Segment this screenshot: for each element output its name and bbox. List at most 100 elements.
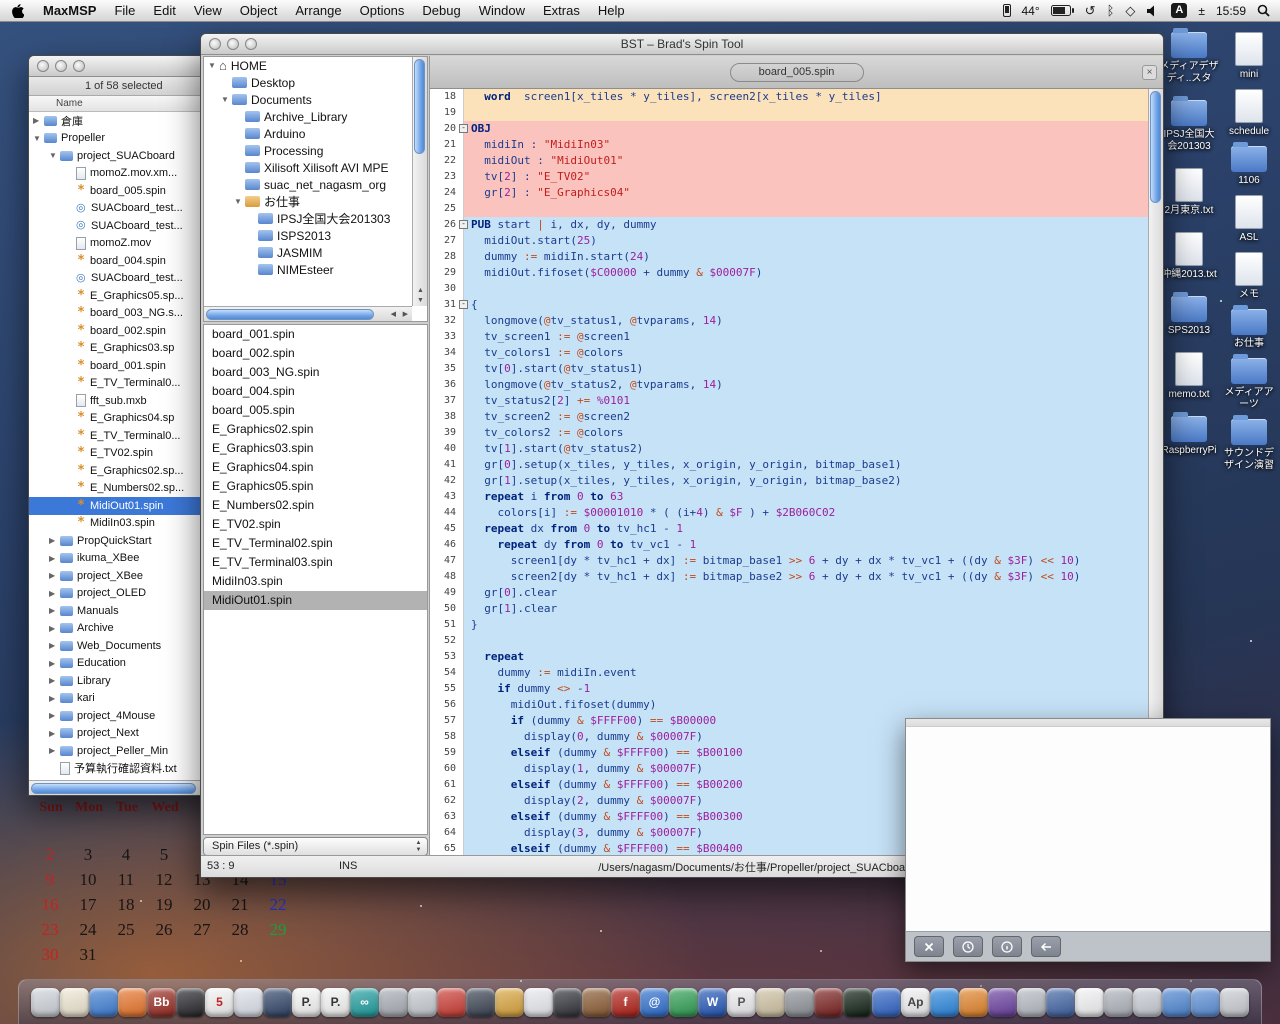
printer-icon[interactable] xyxy=(31,982,60,1022)
tree-row[interactable]: ▼Documents xyxy=(204,91,412,108)
menu-window[interactable]: Window xyxy=(470,3,534,18)
menu-help[interactable]: Help xyxy=(589,3,634,18)
tree-horizontal-scrollbar[interactable]: ◀ ▶ xyxy=(204,306,412,321)
fold-marker-icon[interactable]: - xyxy=(459,124,468,133)
silver-app-icon[interactable] xyxy=(1104,982,1133,1022)
mouse-icon[interactable] xyxy=(408,982,437,1022)
gray-app-icon[interactable] xyxy=(1133,982,1162,1022)
fold-marker-icon[interactable]: - xyxy=(459,220,468,229)
disclosure-triangle-icon[interactable]: ▶ xyxy=(33,116,44,125)
code-line[interactable]: 24 gr[2] : "E_Graphics04" xyxy=(430,185,1148,201)
trash-icon[interactable] xyxy=(1220,982,1249,1022)
temperature-indicator[interactable]: 44° xyxy=(1022,4,1040,18)
code-line[interactable]: 55 if dummy <> -1 xyxy=(430,681,1148,697)
matrix-icon[interactable] xyxy=(843,982,872,1022)
code-line[interactable]: 42 gr[1].setup(x_tiles, y_tiles, x_origi… xyxy=(430,473,1148,489)
gear-icon[interactable] xyxy=(785,982,814,1022)
directory-tree-panel[interactable]: ▼⌂HOMEDesktop▼DocumentsArchive_LibraryAr… xyxy=(203,56,428,322)
tree-row[interactable]: JASMIM xyxy=(204,244,412,261)
aperture-icon[interactable]: Ap xyxy=(901,982,930,1022)
code-line[interactable]: 56 midiOut.fifoset(dummy) xyxy=(430,697,1148,713)
close-button[interactable] xyxy=(914,936,944,957)
tree-row[interactable]: ▼⌂HOME xyxy=(204,57,412,74)
close-button[interactable] xyxy=(37,60,49,72)
close-button[interactable] xyxy=(209,38,221,50)
tab-close-icon[interactable]: × xyxy=(1142,65,1157,80)
code-line[interactable]: 51} xyxy=(430,617,1148,633)
plus-minus-indicator[interactable]: ± xyxy=(1198,4,1205,18)
scrollbar-thumb[interactable] xyxy=(1150,91,1161,203)
bluetooth-icon[interactable]: ᛒ xyxy=(1107,3,1115,18)
numbers-icon[interactable]: 5 xyxy=(205,982,234,1022)
disclosure-triangle-icon[interactable]: ▶ xyxy=(49,694,60,703)
code-line[interactable]: 19 xyxy=(430,105,1148,121)
desktop-icon[interactable]: IPSJ全国大会201303 xyxy=(1159,100,1219,153)
tree-row[interactable]: Xilisoft Xilisoft AVI MPE xyxy=(204,159,412,176)
paint-icon[interactable] xyxy=(495,982,524,1022)
file-list-item[interactable]: E_Numbers02.spin xyxy=(204,496,427,515)
battery-icon[interactable] xyxy=(1051,5,1074,16)
scroll-right-arrow-icon[interactable]: ▶ xyxy=(403,311,408,318)
code-line[interactable]: 34 tv_colors1 := @colors xyxy=(430,345,1148,361)
cube-icon[interactable] xyxy=(234,982,263,1022)
tree-row[interactable]: ▼お仕事 xyxy=(204,193,412,210)
code-line[interactable]: 25 xyxy=(430,201,1148,217)
history-button[interactable] xyxy=(953,936,983,957)
code-line[interactable]: 33 tv_screen1 := @screen1 xyxy=(430,329,1148,345)
desktop-icon[interactable]: schedule xyxy=(1229,89,1269,138)
code-line[interactable]: 40 tv[1].start(@tv_status2) xyxy=(430,441,1148,457)
firefox-icon[interactable] xyxy=(118,982,147,1022)
disclosure-triangle-icon[interactable]: ▶ xyxy=(49,746,60,755)
desktop-icon[interactable]: SPS2013 xyxy=(1168,296,1210,337)
code-line[interactable]: 54 dummy := midiIn.event xyxy=(430,665,1148,681)
menu-options[interactable]: Options xyxy=(351,3,414,18)
disclosure-triangle-icon[interactable]: ▶ xyxy=(49,641,60,650)
code-line[interactable]: 45 repeat dx from 0 to tv_hc1 - 1 xyxy=(430,521,1148,537)
candle-icon[interactable] xyxy=(60,982,89,1022)
apple-menu[interactable] xyxy=(0,4,34,18)
tree-row[interactable]: ISPS2013 xyxy=(204,227,412,244)
chip-icon[interactable] xyxy=(466,982,495,1022)
code-line[interactable]: 26-PUB start | i, dx, dy, dummy xyxy=(430,217,1148,233)
file-list-item[interactable]: board_005.spin xyxy=(204,401,427,420)
file-list-item[interactable]: MidiOut01.spin xyxy=(204,591,427,610)
minimize-button[interactable] xyxy=(227,38,239,50)
disclosure-triangle-icon[interactable]: ▶ xyxy=(49,571,60,580)
desktop-icon[interactable]: メモ xyxy=(1235,252,1263,301)
directory-tree[interactable]: ▼⌂HOMEDesktop▼DocumentsArchive_LibraryAr… xyxy=(204,57,412,306)
zoom-button[interactable] xyxy=(245,38,257,50)
propeller-doc2-icon[interactable]: P. xyxy=(321,982,350,1022)
word-icon[interactable]: W xyxy=(698,982,727,1022)
disclosure-triangle-icon[interactable]: ▶ xyxy=(49,711,60,720)
menu-edit[interactable]: Edit xyxy=(144,3,184,18)
time-machine-icon[interactable]: ↺ xyxy=(1085,3,1096,19)
desktop-icon[interactable]: 沖縄2013.txt xyxy=(1161,232,1217,281)
file-list-item[interactable]: E_TV_Terminal03.spin xyxy=(204,553,427,572)
code-line[interactable]: 28 dummy := midiIn.start(24) xyxy=(430,249,1148,265)
code-line[interactable]: 35 tv[0].start(@tv_status1) xyxy=(430,361,1148,377)
vlc-icon[interactable] xyxy=(959,982,988,1022)
file-filter-dropdown[interactable]: Spin Files (*.spin) ▲▼ xyxy=(203,837,428,856)
tree-row[interactable]: Desktop xyxy=(204,74,412,91)
code-line[interactable]: 44 colors[i] := $00001010 * ( (i+4) & $F… xyxy=(430,505,1148,521)
code-line[interactable]: 27 midiOut.start(25) xyxy=(430,233,1148,249)
file-list-item[interactable]: E_Graphics03.spin xyxy=(204,439,427,458)
editor-tab-bar[interactable]: board_005.spin × xyxy=(429,56,1163,89)
drive-icon[interactable] xyxy=(1046,982,1075,1022)
scroll-left-arrow-icon[interactable]: ◀ xyxy=(391,311,396,318)
tree-row[interactable]: NIMEsteer xyxy=(204,261,412,278)
code-line[interactable]: 48 screen2[dy * tv_hc1 + dx] := bitmap_b… xyxy=(430,569,1148,585)
terminal-icon[interactable] xyxy=(176,982,205,1022)
code-line[interactable]: 22 midiOut : "MidiOut01" xyxy=(430,153,1148,169)
code-line[interactable]: 49 gr[0].clear xyxy=(430,585,1148,601)
disclosure-triangle-icon[interactable]: ▼ xyxy=(33,134,44,143)
volume-icon[interactable] xyxy=(1146,5,1160,17)
bb-app-icon[interactable]: Bb xyxy=(147,982,176,1022)
scrollbar-thumb[interactable] xyxy=(206,309,374,320)
disclosure-triangle-icon[interactable]: ▼ xyxy=(49,151,60,160)
desktop-icon[interactable]: memo.txt xyxy=(1168,352,1209,401)
dice-icon[interactable] xyxy=(437,982,466,1022)
tree-vertical-scrollbar[interactable]: ▲ ▼ xyxy=(412,57,427,306)
scrollbar-thumb[interactable] xyxy=(31,783,196,794)
tab-board-005-spin[interactable]: board_005.spin xyxy=(730,63,864,82)
